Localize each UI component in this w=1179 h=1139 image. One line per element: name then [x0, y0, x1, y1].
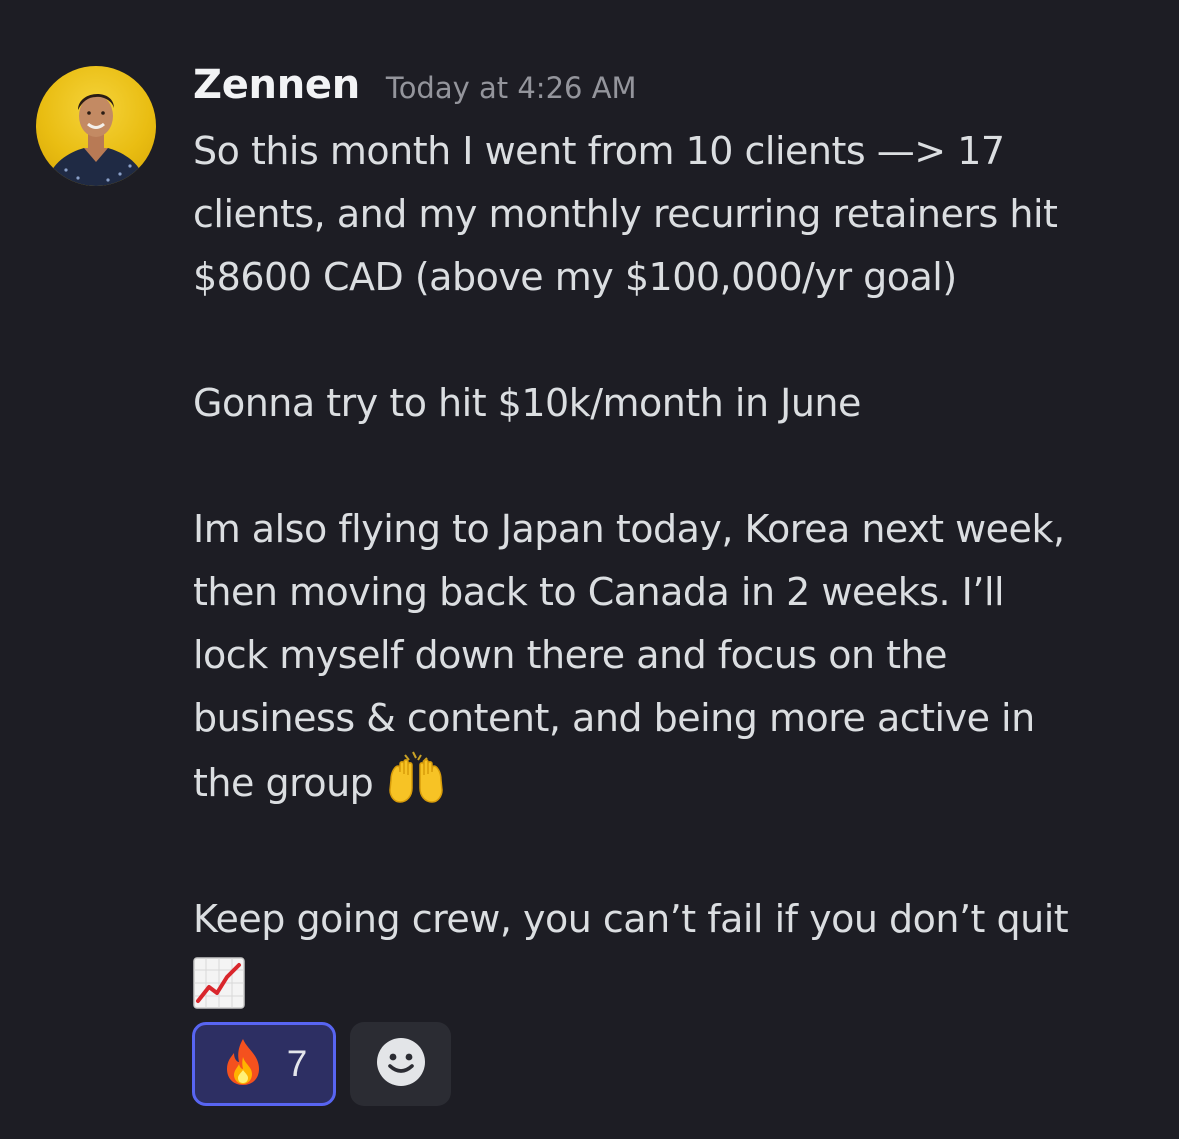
message-header: Zennen Today at 4:26 AM: [193, 62, 637, 114]
chat-message: Zennen Today at 4:26 AM So this month I …: [0, 0, 1179, 1139]
message-line: clients, and my monthly recurring retain…: [193, 192, 1058, 236]
chart-increasing-emoji[interactable]: [193, 957, 245, 1009]
message-paragraph: Keep going crew, you can’t fail if you d…: [193, 888, 1168, 1024]
user-avatar[interactable]: [36, 66, 156, 186]
message-line: lock myself down there and focus on the: [193, 633, 948, 677]
username[interactable]: Zennen: [193, 62, 360, 108]
raising-hands-emoji[interactable]: [385, 750, 447, 825]
message-line: then moving back to Canada in 2 weeks. I…: [193, 570, 1005, 614]
avatar-photo-icon: [46, 93, 146, 186]
add-reaction-button[interactable]: [350, 1022, 451, 1106]
message-line: the group: [193, 750, 1168, 825]
message-line: business & content, and being more activ…: [193, 696, 1035, 740]
reaction-count: 7: [286, 1043, 308, 1084]
reaction-fire-button[interactable]: 7: [192, 1022, 336, 1106]
message-line: Im also flying to Japan today, Korea nex…: [193, 507, 1065, 551]
reactions-bar: 7: [192, 1022, 451, 1106]
message-content: So this month I went from 10 clients —> …: [193, 120, 1168, 1024]
message-line: So this month I went from 10 clients —> …: [193, 129, 1005, 173]
message-line: Keep going crew, you can’t fail if you d…: [193, 897, 1069, 941]
message-timestamp[interactable]: Today at 4:26 AM: [386, 71, 637, 105]
message-line: $8600 CAD (above my $100,000/yr goal): [193, 255, 957, 299]
message-paragraph: Im also flying to Japan today, Korea nex…: [193, 498, 1168, 825]
message-line-text: the group: [193, 761, 374, 805]
add-reaction-smiley-icon: [376, 1037, 426, 1091]
message-line: Gonna try to hit $10k/month in June: [193, 381, 861, 425]
message-paragraph: So this month I went from 10 clients —> …: [193, 120, 1168, 309]
message-paragraph: Gonna try to hit $10k/month in June: [193, 372, 1168, 435]
fire-emoji: [221, 1037, 265, 1091]
